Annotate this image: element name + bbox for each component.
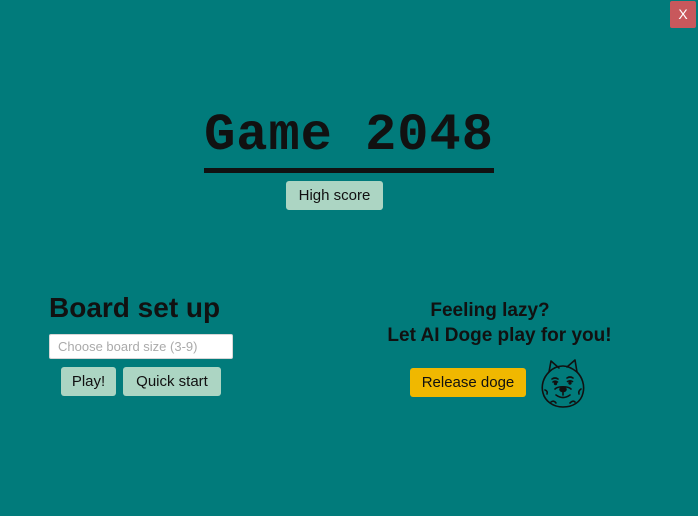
high-score-button[interactable]: High score: [286, 181, 383, 210]
page-title-text: Game 2048: [204, 108, 494, 173]
release-doge-button[interactable]: Release doge: [410, 368, 526, 397]
close-button[interactable]: X: [670, 1, 696, 28]
ai-prompt-text: Feeling lazy? Let AI Doge play for you!: [360, 298, 620, 348]
page-title: Game 2048: [0, 108, 698, 173]
ai-prompt-line-2: Let AI Doge play for you!: [387, 325, 612, 346]
quick-start-button[interactable]: Quick start: [123, 367, 221, 396]
play-button[interactable]: Play!: [61, 367, 116, 396]
doge-icon: [537, 358, 589, 410]
board-setup-heading: Board set up: [49, 292, 221, 323]
ai-prompt-line-1: Feeling lazy?: [430, 300, 550, 321]
board-size-input[interactable]: [49, 334, 233, 359]
